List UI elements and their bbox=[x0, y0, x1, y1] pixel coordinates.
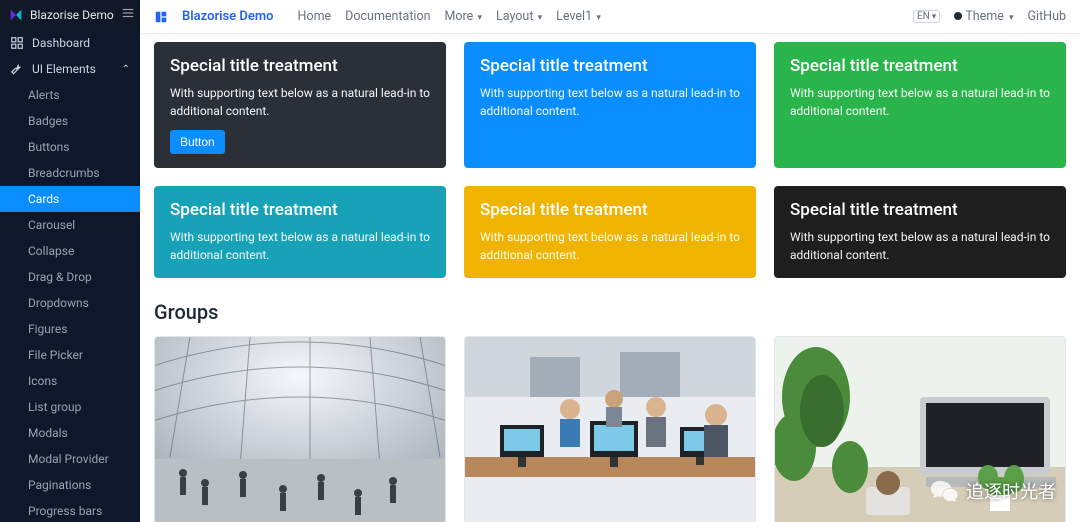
sidebar-item-label: Cards bbox=[28, 192, 59, 206]
topbar: Blazorise Demo Home Documentation More ▾ La… bbox=[140, 0, 1080, 34]
sidebar-item-cards[interactable]: Cards bbox=[0, 186, 140, 212]
sidebar-toggle-icon[interactable] bbox=[120, 6, 136, 24]
sidebar-item-label: Buttons bbox=[28, 140, 70, 154]
sidebar-nav: Dashboard UI Elements ⌃ Alerts Badges Butt… bbox=[0, 30, 140, 522]
sidebar-item-label: List group bbox=[28, 400, 81, 414]
sidebar-item-breadcrumbs[interactable]: Breadcrumbs bbox=[0, 160, 140, 186]
sidebar: Blazorise Demo Dashboard UI Elements ⌃ A… bbox=[0, 0, 140, 522]
sidebar-item-label: Dropdowns bbox=[28, 296, 89, 310]
dashboard-icon bbox=[10, 36, 24, 50]
sidebar-item-label: Dashboard bbox=[32, 36, 90, 50]
group-card-image bbox=[775, 337, 1065, 522]
variant-card-black: Special title treatment With supporting t… bbox=[774, 186, 1066, 278]
github-link[interactable]: GitHub bbox=[1028, 9, 1066, 24]
card-title: Special title treatment bbox=[480, 200, 740, 220]
card-title: Special title treatment bbox=[790, 56, 1050, 76]
sidebar-item-label: Badges bbox=[28, 114, 68, 128]
card-title: Special title treatment bbox=[790, 200, 1050, 220]
sidebar-item-label: UI Elements bbox=[32, 62, 96, 76]
sidebar-item-dashboard[interactable]: Dashboard bbox=[0, 30, 140, 56]
card-title: Special title treatment bbox=[170, 56, 430, 76]
sidebar-item-figures[interactable]: Figures bbox=[0, 316, 140, 342]
card-text: With supporting text below as a natural … bbox=[790, 84, 1050, 120]
section-heading-groups: Groups bbox=[154, 300, 1066, 324]
group-card-image bbox=[155, 337, 445, 522]
topbar-logo-icon bbox=[154, 10, 168, 24]
sidebar-item-icons[interactable]: Icons bbox=[0, 368, 140, 394]
card-title: Special title treatment bbox=[480, 56, 740, 76]
sidebar-item-label: Alerts bbox=[28, 88, 60, 102]
wrench-icon bbox=[10, 62, 24, 76]
card-button[interactable]: Button bbox=[170, 130, 225, 154]
theme-selector[interactable]: Theme ▾ bbox=[954, 9, 1013, 24]
sidebar-brand: Blazorise Demo bbox=[30, 8, 114, 22]
topbar-brand[interactable]: Blazorise Demo bbox=[182, 9, 274, 24]
group-card[interactable] bbox=[774, 336, 1066, 522]
sidebar-item-label: Drag & Drop bbox=[28, 270, 92, 284]
sidebar-item-modals[interactable]: Modals bbox=[0, 420, 140, 446]
sidebar-item-label: Modals bbox=[28, 426, 68, 440]
sidebar-item-file-picker[interactable]: File Picker bbox=[0, 342, 140, 368]
chevron-up-icon: ⌃ bbox=[122, 64, 130, 75]
theme-label: Theme bbox=[965, 9, 1004, 24]
topbar-link-layout[interactable]: Layout ▾ bbox=[496, 9, 542, 24]
variant-card-dark: Special title treatment With supporting t… bbox=[154, 42, 446, 168]
variant-card-success: Special title treatment With supporting t… bbox=[774, 42, 1066, 168]
card-text: With supporting text below as a natural … bbox=[480, 84, 740, 120]
sidebar-item-carousel[interactable]: Carousel bbox=[0, 212, 140, 238]
variant-card-primary: Special title treatment With supporting t… bbox=[464, 42, 756, 168]
logo-icon bbox=[8, 7, 24, 23]
main: Blazorise Demo Home Documentation More ▾ La… bbox=[140, 0, 1080, 522]
variant-card-warning: Special title treatment With supporting t… bbox=[464, 186, 756, 278]
content-area[interactable]: Background Variants Special title treatm… bbox=[140, 34, 1080, 522]
sidebar-item-drag-drop[interactable]: Drag & Drop bbox=[0, 264, 140, 290]
theme-dot-icon bbox=[954, 12, 962, 20]
group-card-image bbox=[465, 337, 755, 522]
sidebar-item-progress-bars[interactable]: Progress bars bbox=[0, 498, 140, 522]
card-title: Special title treatment bbox=[170, 200, 430, 220]
sidebar-item-dropdowns[interactable]: Dropdowns bbox=[0, 290, 140, 316]
sidebar-item-collapse[interactable]: Collapse bbox=[0, 238, 140, 264]
sidebar-item-label: Breadcrumbs bbox=[28, 166, 100, 180]
topbar-link-home[interactable]: Home bbox=[298, 9, 332, 24]
sidebar-item-label: Collapse bbox=[28, 244, 74, 258]
group-card[interactable] bbox=[154, 336, 446, 522]
card-text: With supporting text below as a natural … bbox=[170, 84, 430, 120]
sidebar-item-badges[interactable]: Badges bbox=[0, 108, 140, 134]
sidebar-item-label: Icons bbox=[28, 374, 57, 388]
sidebar-item-label: File Picker bbox=[28, 348, 83, 362]
sidebar-item-label: Progress bars bbox=[28, 504, 102, 518]
card-text: With supporting text below as a natural … bbox=[790, 228, 1050, 264]
group-card-row bbox=[154, 336, 1066, 522]
sidebar-header: Blazorise Demo bbox=[0, 0, 140, 30]
sidebar-item-label: Carousel bbox=[28, 218, 75, 232]
sidebar-item-paginations[interactable]: Paginations bbox=[0, 472, 140, 498]
sidebar-item-label: Modal Provider bbox=[28, 452, 109, 466]
card-text: With supporting text below as a natural … bbox=[170, 228, 430, 264]
language-code: EN bbox=[917, 11, 930, 22]
variant-card-info: Special title treatment With supporting t… bbox=[154, 186, 446, 278]
chevron-down-icon: ▾ bbox=[594, 13, 601, 23]
topbar-link-more[interactable]: More ▾ bbox=[444, 9, 482, 24]
chevron-down-icon: ▾ bbox=[535, 13, 542, 23]
sidebar-item-label: Paginations bbox=[28, 478, 91, 492]
card-text: With supporting text below as a natural … bbox=[480, 228, 740, 264]
topbar-link-documentation[interactable]: Documentation bbox=[345, 9, 430, 24]
topbar-link-level1[interactable]: Level1 ▾ bbox=[556, 9, 601, 24]
sidebar-item-modal-provider[interactable]: Modal Provider bbox=[0, 446, 140, 472]
sidebar-item-alerts[interactable]: Alerts bbox=[0, 82, 140, 108]
language-selector[interactable]: EN▾ bbox=[913, 10, 940, 23]
sidebar-item-list-group[interactable]: List group bbox=[0, 394, 140, 420]
sidebar-item-label: Figures bbox=[28, 322, 67, 336]
sidebar-item-ui-elements[interactable]: UI Elements ⌃ bbox=[0, 56, 140, 82]
sidebar-item-buttons[interactable]: Buttons bbox=[0, 134, 140, 160]
group-card[interactable] bbox=[464, 336, 756, 522]
chevron-down-icon: ▾ bbox=[475, 13, 482, 23]
